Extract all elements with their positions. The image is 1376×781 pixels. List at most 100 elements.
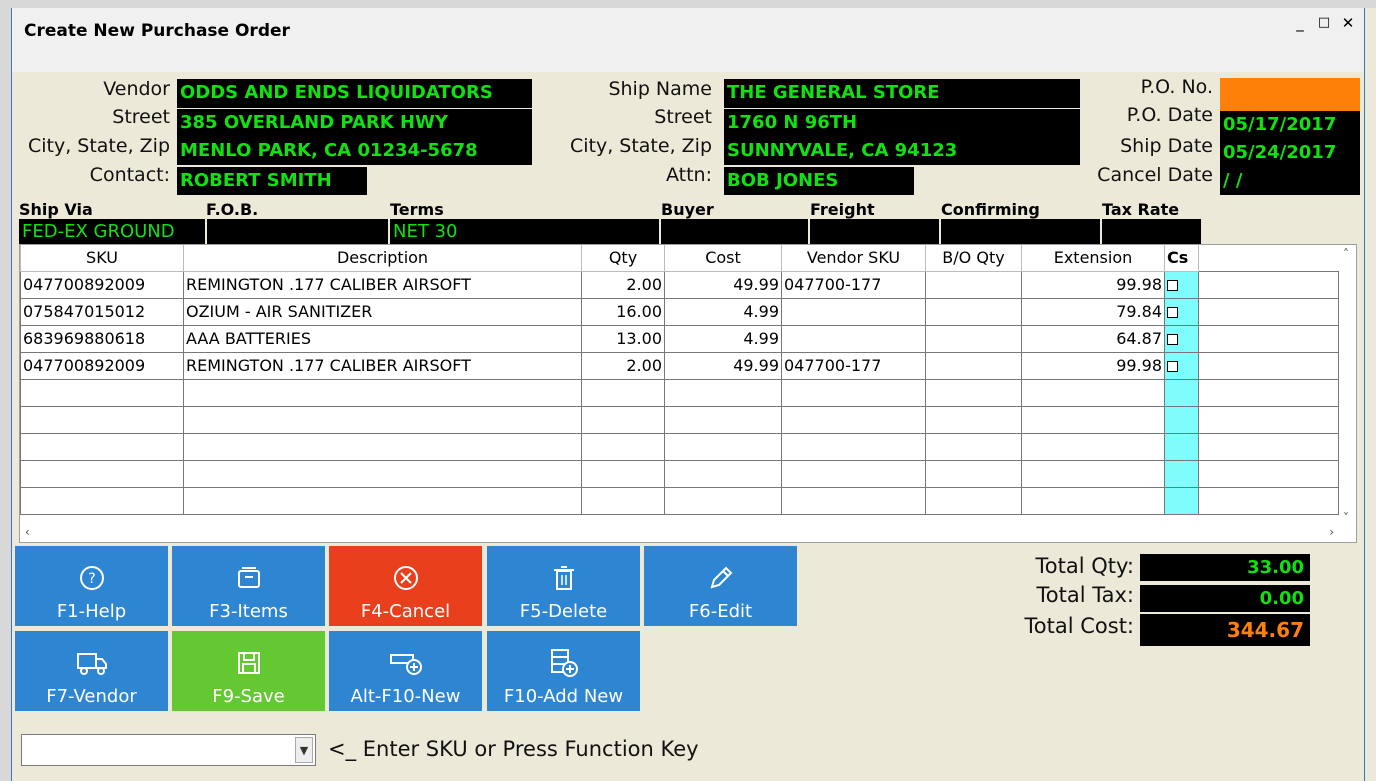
cell-extension[interactable]: 79.84 (1021, 297, 1165, 326)
cell-sku[interactable] (20, 432, 184, 461)
cell-cost[interactable]: 4.99 (664, 324, 782, 353)
cell-extension[interactable]: 64.87 (1021, 324, 1165, 353)
cell-bo-qty[interactable] (925, 432, 1022, 461)
buyer-field[interactable] (661, 219, 810, 244)
cell-qty[interactable] (581, 378, 665, 407)
case-checkbox[interactable] (1167, 280, 1178, 291)
cell-description[interactable] (183, 486, 582, 515)
close-button[interactable]: ✕ (1336, 12, 1360, 34)
po-date-field[interactable]: 05/17/2017 (1220, 111, 1360, 139)
case-checkbox[interactable] (1167, 361, 1178, 372)
cell-cost[interactable] (664, 378, 782, 407)
case-checkbox[interactable] (1167, 334, 1178, 345)
ship-street-field[interactable]: 1760 N 96TH (724, 109, 1080, 137)
table-row[interactable]: 075847015012 OZIUM - AIR SANITIZER 16.00 4.… (20, 297, 1339, 326)
cell-bo-qty[interactable] (925, 351, 1022, 380)
col-header-extension[interactable]: Extension (1021, 245, 1165, 272)
cell-extension[interactable]: 99.98 (1021, 351, 1165, 380)
vendor-contact-field[interactable]: ROBERT SMITH (177, 167, 367, 195)
cell-qty[interactable]: 2.00 (581, 270, 665, 299)
cell-cs[interactable] (1164, 297, 1199, 326)
cell-description[interactable] (183, 459, 582, 488)
cell-bo-qty[interactable] (925, 324, 1022, 353)
cell-cs[interactable] (1164, 378, 1199, 407)
cell-qty[interactable]: 13.00 (581, 324, 665, 353)
cell-cs[interactable] (1164, 351, 1199, 380)
table-row[interactable]: 047700892009 REMINGTON .177 CALIBER AIRSO… (20, 270, 1339, 299)
table-row[interactable] (20, 432, 1339, 461)
ship-date-field[interactable]: 05/24/2017 (1220, 139, 1360, 167)
cell-bo-qty[interactable] (925, 270, 1022, 299)
case-checkbox[interactable] (1167, 307, 1178, 318)
cell-extension[interactable] (1021, 432, 1165, 461)
scroll-down-icon[interactable]: ˅ (1343, 511, 1349, 525)
cell-vendor-sku[interactable] (781, 486, 926, 515)
cell-qty[interactable] (581, 432, 665, 461)
vendor-button[interactable]: F7-Vendor (15, 631, 168, 711)
cell-qty[interactable] (581, 459, 665, 488)
cell-description[interactable] (183, 432, 582, 461)
cell-extension[interactable]: 99.98 (1021, 270, 1165, 299)
col-header-cost[interactable]: Cost (664, 245, 782, 272)
cell-vendor-sku[interactable] (781, 459, 926, 488)
cell-description[interactable]: REMINGTON .177 CALIBER AIRSOFT (183, 351, 582, 380)
table-row[interactable] (20, 486, 1339, 515)
ship-attn-field[interactable]: BOB JONES (724, 167, 914, 195)
cell-sku[interactable]: 047700892009 (20, 270, 184, 299)
cell-qty[interactable]: 2.00 (581, 351, 665, 380)
cell-cost[interactable]: 49.99 (664, 351, 782, 380)
cell-description[interactable]: AAA BATTERIES (183, 324, 582, 353)
cell-extension[interactable] (1021, 378, 1165, 407)
cell-cs[interactable] (1164, 270, 1199, 299)
table-row[interactable] (20, 405, 1339, 434)
cell-sku[interactable]: 683969880618 (20, 324, 184, 353)
table-row[interactable]: 047700892009 REMINGTON .177 CALIBER AIRSO… (20, 351, 1339, 380)
vendor-name-field[interactable]: ODDS AND ENDS LIQUIDATORS (177, 79, 532, 108)
cell-qty[interactable] (581, 486, 665, 515)
col-header-qty[interactable]: Qty (581, 245, 665, 272)
cell-bo-qty[interactable] (925, 486, 1022, 515)
cell-cost[interactable] (664, 432, 782, 461)
save-button[interactable]: F9-Save (172, 631, 325, 711)
cell-vendor-sku[interactable] (781, 324, 926, 353)
po-no-field[interactable] (1220, 78, 1360, 111)
cell-bo-qty[interactable] (925, 378, 1022, 407)
cell-vendor-sku[interactable]: 047700-177 (781, 351, 926, 380)
minimize-button[interactable]: _ (1288, 12, 1312, 34)
line-items-grid[interactable]: SKU Description Qty Cost Vendor SKU B/O … (19, 244, 1357, 543)
cell-cost[interactable] (664, 405, 782, 434)
cell-description[interactable] (183, 405, 582, 434)
delete-button[interactable]: F5-Delete (487, 546, 640, 626)
cancel-button[interactable]: F4-Cancel (329, 546, 482, 626)
cell-sku[interactable]: 075847015012 (20, 297, 184, 326)
scroll-right-icon[interactable]: › (1329, 525, 1334, 539)
vendor-city-field[interactable]: MENLO PARK, CA 01234-5678 (177, 137, 532, 165)
cell-extension[interactable] (1021, 486, 1165, 515)
cell-sku[interactable] (20, 459, 184, 488)
vendor-street-field[interactable]: 385 OVERLAND PARK HWY (177, 109, 532, 137)
scroll-left-icon[interactable]: ‹ (25, 525, 30, 539)
cell-cs[interactable] (1164, 486, 1199, 515)
cell-cs[interactable] (1164, 324, 1199, 353)
cell-description[interactable]: OZIUM - AIR SANITIZER (183, 297, 582, 326)
grid-horizontal-scrollbar[interactable]: ‹ › (20, 525, 1356, 542)
cell-qty[interactable] (581, 405, 665, 434)
ship-city-field[interactable]: SUNNYVALE, CA 94123 (724, 137, 1080, 165)
alt-new-button[interactable]: Alt-F10-New (329, 631, 482, 711)
cell-cost[interactable] (664, 459, 782, 488)
cell-vendor-sku[interactable] (781, 297, 926, 326)
freight-field[interactable] (810, 219, 941, 244)
col-header-bo-qty[interactable]: B/O Qty (925, 245, 1022, 272)
cell-description[interactable] (183, 378, 582, 407)
cell-bo-qty[interactable] (925, 297, 1022, 326)
col-header-description[interactable]: Description (183, 245, 582, 272)
cell-bo-qty[interactable] (925, 405, 1022, 434)
cell-cost[interactable]: 49.99 (664, 270, 782, 299)
table-row[interactable] (20, 459, 1339, 488)
cell-vendor-sku[interactable] (781, 432, 926, 461)
cell-sku[interactable] (20, 405, 184, 434)
grid-vertical-scrollbar[interactable]: ˄ ˅ (1339, 245, 1356, 527)
cell-vendor-sku[interactable]: 047700-177 (781, 270, 926, 299)
cell-description[interactable]: REMINGTON .177 CALIBER AIRSOFT (183, 270, 582, 299)
maximize-button[interactable]: □ (1312, 12, 1336, 34)
